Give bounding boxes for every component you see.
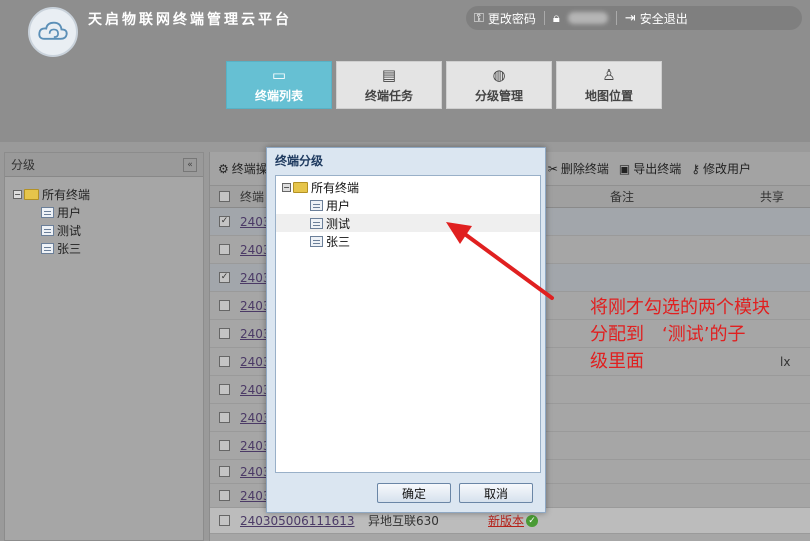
tree-node-label: 测试 [326, 216, 351, 231]
tree-node-root[interactable]: − 所有终端 [13, 185, 195, 203]
globe-icon: ◍ [492, 66, 506, 84]
tree-node-label: 张三 [326, 234, 351, 249]
row-checkbox[interactable] [219, 490, 230, 501]
annotation-line: 将刚才勾选的两个模块 [590, 297, 770, 318]
tab-label: 终端任务 [364, 89, 413, 103]
tree-node-label: 用户 [326, 198, 351, 213]
dialog-title: 终端分级 [275, 154, 324, 168]
row-checkbox[interactable] [219, 412, 230, 423]
node-icon [41, 242, 54, 254]
tree-node-label: 所有终端 [311, 180, 360, 195]
tab-hierarchy[interactable]: ◍ 分级管理 [446, 61, 552, 109]
tab-terminal-tasks[interactable]: ▤ 终端任务 [336, 61, 442, 109]
dialog-tree-root[interactable]: − 所有终端 [282, 178, 534, 196]
dialog-tree-node[interactable]: 张三 [282, 232, 534, 250]
modify-user-button[interactable]: ⚷ 修改用户 [691, 160, 751, 177]
node-icon [310, 217, 323, 229]
node-icon [310, 235, 323, 247]
tree-node[interactable]: 测试 [13, 221, 195, 239]
hierarchy-tree: − 所有终端 用户 测试 张三 [5, 177, 203, 265]
row-checkbox[interactable] [219, 356, 230, 367]
tree-node[interactable]: 张三 [13, 239, 195, 257]
terminal-code-link[interactable]: 240305006111613 [240, 514, 368, 528]
tab-terminal-list[interactable]: ▭ 终端列表 [226, 61, 332, 109]
dialog-tree-node-selected[interactable]: 测试 [276, 214, 540, 232]
collapse-toggle-icon[interactable]: − [13, 189, 22, 199]
terminal-hierarchy-dialog: 终端分级 − 所有终端 用户 测试 张三 确定 取消 [266, 147, 546, 513]
tree-node[interactable]: 用户 [13, 203, 195, 221]
annotation-line: 分配到 ‘测试’的子 [590, 324, 746, 345]
dialog-tree: − 所有终端 用户 测试 张三 [275, 175, 541, 473]
excel-icon: ▣ [618, 161, 631, 176]
username-display: 🔒︎ [545, 6, 616, 30]
tool-label: 删除终端 [560, 162, 609, 176]
scissors-icon: ✂ [547, 161, 558, 176]
change-password-button[interactable]: ⚿ 更改密码 [466, 6, 544, 30]
tab-map[interactable]: ♙ 地图位置 [556, 61, 662, 109]
tree-node-label: 张三 [57, 241, 82, 256]
cloud-logo-icon [28, 7, 78, 57]
row-checkbox[interactable] [219, 244, 230, 255]
monitor-icon: ▭ [271, 66, 287, 84]
tree-node-label: 所有终端 [42, 187, 91, 202]
col-header-share[interactable]: 共享 [760, 188, 784, 205]
app-title: 天启物联网终端管理云平台 [88, 12, 292, 28]
key-icon: ⚿ [474, 10, 484, 26]
blurred-username [567, 12, 608, 24]
confirm-button[interactable]: 确定 [377, 483, 451, 503]
check-circle-icon: ✓ [526, 514, 539, 527]
tool-label: 导出终端 [633, 162, 682, 176]
row-checkbox[interactable] [219, 440, 230, 451]
folder-icon [24, 188, 39, 200]
node-icon [41, 206, 54, 218]
terminal-name: 异地互联630 [368, 514, 439, 528]
logout-icon: ⇥ [624, 10, 636, 26]
export-terminal-button[interactable]: ▣ 导出终端 [619, 160, 681, 177]
row-checkbox[interactable] [219, 384, 230, 395]
lock-icon: 🔒︎ [552, 10, 560, 26]
tab-label: 地图位置 [584, 89, 633, 103]
panel-title: 分级 [11, 158, 36, 172]
col-header-remark[interactable]: 备注 [610, 188, 760, 205]
collapse-toggle-icon[interactable]: − [282, 182, 291, 192]
tab-label: 终端列表 [254, 89, 303, 103]
row-checkbox[interactable] [219, 328, 230, 339]
logout-button[interactable]: ⇥ 安全退出 [617, 6, 696, 30]
dialog-tree-node[interactable]: 用户 [282, 196, 534, 214]
cancel-button[interactable]: 取消 [459, 483, 533, 503]
gear-icon: ⚙ [218, 161, 229, 176]
row-checkbox[interactable]: ✓ [219, 216, 230, 227]
tree-node-label: 测试 [57, 223, 82, 238]
annotation-text: 将刚才勾选的两个模块 分配到 ‘测试’的子 级里面 [590, 294, 810, 375]
key-icon: ⚷ [691, 161, 701, 176]
row-checkbox[interactable]: ✓ [219, 272, 230, 283]
terminal-ops-button[interactable]: ⚙ 终端操 [218, 160, 268, 177]
person-icon: ♙ [602, 66, 616, 84]
logout-label: 安全退出 [639, 11, 688, 26]
node-icon [41, 224, 54, 236]
new-version-link[interactable]: 新版本 [488, 512, 524, 529]
tab-label: 分级管理 [474, 89, 523, 103]
delete-terminal-button[interactable]: ✂ 删除终端 [548, 160, 609, 177]
dialog-buttons: 确定 取消 [267, 483, 545, 503]
main-nav: ▭ 终端列表 ▤ 终端任务 ◍ 分级管理 ♙ 地图位置 [226, 61, 662, 109]
annotation-line: 级里面 [590, 351, 644, 372]
hierarchy-panel: 分级 « − 所有终端 用户 测试 张三 [4, 152, 204, 541]
panel-header: 分级 « [5, 153, 203, 177]
tree-node-label: 用户 [57, 205, 82, 220]
node-icon [310, 199, 323, 211]
row-checkbox[interactable] [219, 515, 230, 526]
change-password-label: 更改密码 [487, 11, 536, 26]
document-icon: ▤ [381, 66, 397, 84]
row-checkbox[interactable] [219, 300, 230, 311]
tool-label: 修改用户 [703, 162, 752, 176]
select-all-checkbox[interactable] [219, 191, 230, 202]
app-header: 天启物联网终端管理云平台 ⚿ 更改密码 🔒︎ ⇥ 安全退出 ▭ 终端列表 ▤ 终… [0, 0, 810, 142]
row-checkbox[interactable] [219, 466, 230, 477]
folder-icon [293, 181, 308, 193]
collapse-button[interactable]: « [183, 157, 197, 172]
tool-label: 终端操 [231, 162, 268, 176]
user-topbar: ⚿ 更改密码 🔒︎ ⇥ 安全退出 [466, 6, 802, 30]
